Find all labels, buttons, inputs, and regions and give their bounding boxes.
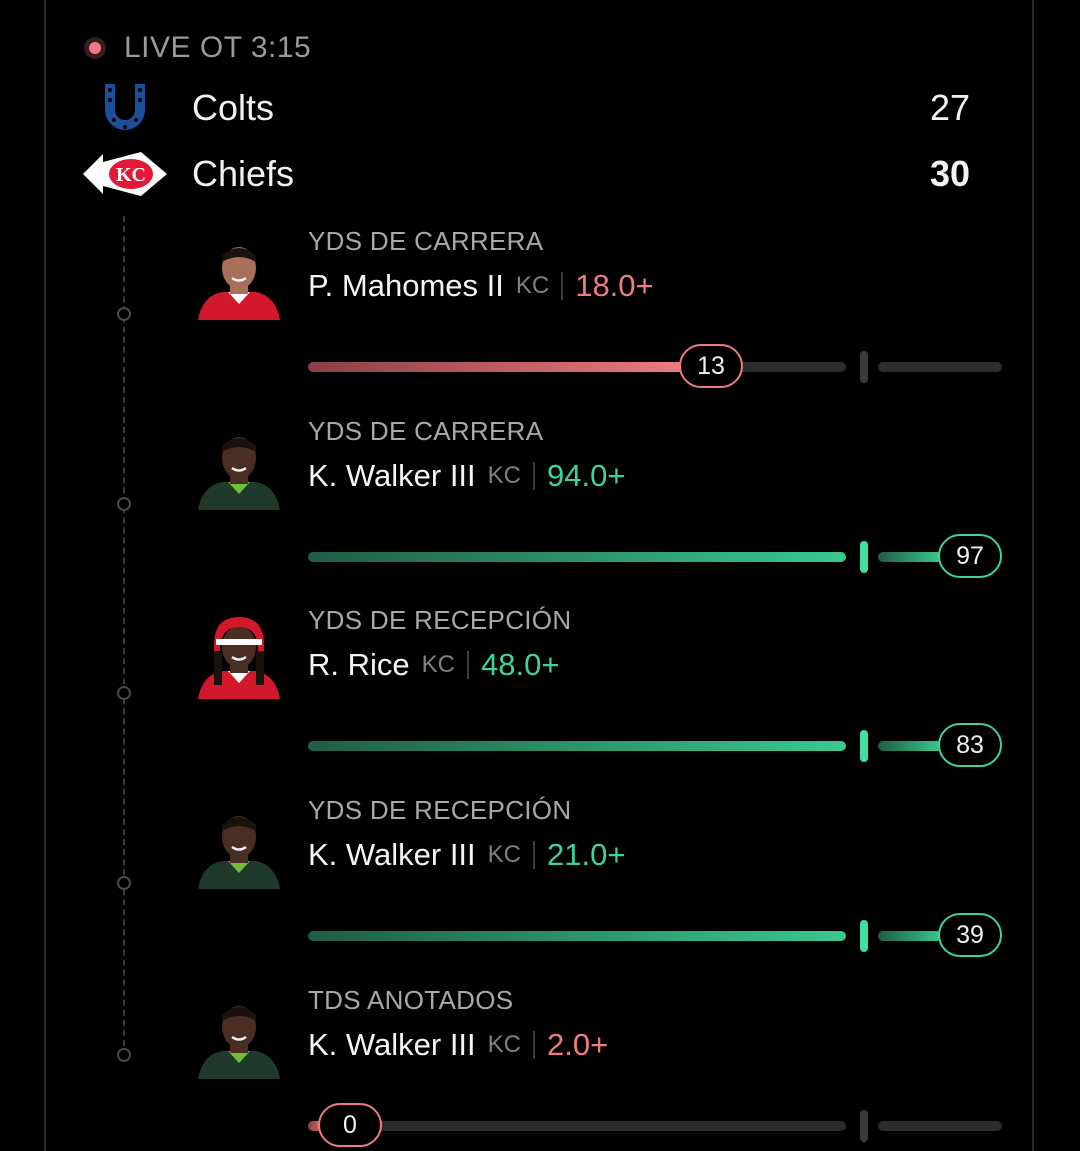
prop-line: K. Walker III KC 21.0+: [308, 837, 625, 873]
team-row-colts[interactable]: Colts 27: [80, 78, 970, 138]
prop-target: 48.0+: [480, 647, 560, 682]
progress-fill: [878, 931, 942, 941]
team-score: 27: [929, 87, 970, 128]
progress-track: 83: [308, 723, 1002, 769]
prop-target: 18.0+: [575, 268, 654, 303]
progress-track: 39: [308, 913, 1002, 959]
progress-fill: [878, 552, 942, 562]
player-prop-card[interactable]: YDS DE CARRERA K. Walker III KC 94.0+ 97: [190, 412, 1020, 582]
stat-category: YDS DE CARRERA: [308, 226, 544, 256]
timeline-node: [117, 307, 131, 321]
player-name: K. Walker III: [308, 837, 476, 872]
player-avatar: [192, 985, 286, 1079]
timeline-node: [117, 876, 131, 890]
timeline-node: [117, 686, 131, 700]
chiefs-arrowhead-icon: KC: [80, 144, 170, 204]
player-avatar: [192, 416, 286, 510]
game-clock: LIVE OT 3:15: [124, 31, 312, 64]
stat-category: YDS DE RECEPCIÓN: [308, 795, 572, 825]
player-prop-card[interactable]: YDS DE CARRERA P. Mahomes II KC 18.0+ 13: [190, 222, 1020, 392]
divider: [466, 651, 469, 679]
divider: [533, 1031, 535, 1059]
prop-line: P. Mahomes II KC 18.0+: [308, 268, 654, 304]
team-row-chiefs[interactable]: KC Chiefs 30: [80, 144, 970, 204]
prop-target: 94.0+: [547, 458, 626, 493]
player-name: K. Walker III: [308, 1027, 476, 1062]
timeline-node: [117, 1048, 131, 1062]
player-name: K. Walker III: [308, 458, 476, 493]
track-segment: [308, 1121, 846, 1131]
current-value-bubble: 0: [318, 1103, 382, 1147]
progress-fill: [308, 931, 846, 941]
progress-fill: [878, 741, 942, 751]
track-segment: [878, 362, 1002, 372]
target-marker: [860, 730, 868, 762]
team-name: Chiefs: [192, 153, 295, 194]
current-value-bubble: 83: [938, 723, 1002, 767]
prop-line: R. Rice KC 48.0+: [308, 647, 559, 683]
timeline-connector: [123, 216, 125, 1056]
track-segment: [878, 1121, 1002, 1131]
divider: [533, 841, 535, 869]
divider: [561, 272, 564, 300]
prop-line: K. Walker III KC 2.0+: [308, 1027, 608, 1063]
colts-horseshoe-icon: [80, 78, 170, 138]
player-team: KC: [487, 841, 521, 868]
stat-category: TDS ANOTADOS: [308, 985, 514, 1015]
stat-category: YDS DE CARRERA: [308, 416, 544, 446]
team-name: Colts: [192, 87, 275, 128]
progress-fill: [308, 741, 846, 751]
player-avatar: [192, 226, 286, 320]
current-value-bubble: 97: [938, 534, 1002, 578]
progress-track: 13: [308, 344, 1002, 390]
current-value-bubble: 13: [679, 344, 743, 388]
divider: [533, 462, 535, 490]
target-marker: [860, 1110, 868, 1142]
prop-target: 2.0+: [547, 1027, 609, 1062]
target-marker: [860, 920, 868, 952]
current-value-bubble: 39: [938, 913, 1002, 957]
target-marker: [860, 541, 868, 573]
progress-track: 97: [308, 534, 1002, 580]
live-indicator-icon: [84, 37, 106, 59]
player-avatar: [192, 605, 286, 699]
stat-category: YDS DE RECEPCIÓN: [308, 605, 572, 635]
prop-target: 21.0+: [547, 837, 626, 872]
svg-text:KC: KC: [116, 164, 146, 186]
player-team: KC: [487, 462, 521, 489]
progress-track: 0: [308, 1103, 1002, 1149]
player-team: KC: [421, 651, 455, 678]
player-name: P. Mahomes II: [308, 268, 504, 303]
progress-fill: [308, 362, 689, 372]
player-name: R. Rice: [308, 647, 410, 682]
team-score: 30: [929, 153, 970, 194]
timeline-node: [117, 497, 131, 511]
prop-line: K. Walker III KC 94.0+: [308, 458, 625, 494]
player-team: KC: [515, 272, 550, 299]
player-team: KC: [487, 1031, 521, 1058]
target-marker: [860, 351, 868, 383]
progress-fill: [308, 552, 846, 562]
live-status: LIVE OT 3:15: [84, 30, 311, 66]
player-avatar: [192, 795, 286, 889]
card-border-right: [1032, 0, 1034, 1151]
card-border-left: [44, 0, 46, 1151]
player-prop-card[interactable]: TDS ANOTADOS K. Walker III KC 2.0+ 0: [190, 981, 1020, 1151]
player-prop-card[interactable]: YDS DE RECEPCIÓN K. Walker III KC 21.0+ 39: [190, 791, 1020, 961]
player-prop-card[interactable]: YDS DE RECEPCIÓN R. Rice KC 48.0+ 83: [190, 601, 1020, 771]
